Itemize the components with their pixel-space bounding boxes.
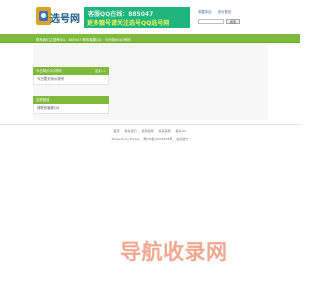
panel-title: 今日特价QQ号码	[36, 69, 62, 73]
panel-body: 请联系客服QQ	[33, 104, 109, 114]
logo-icon	[36, 7, 51, 25]
site-footer: 首页 联系我们 使用说明 联系客服 联系QQ Powered by Emlog …	[0, 124, 300, 150]
panel-body: 今日暂无特价靓号	[33, 75, 109, 85]
panel-title: 友情链接	[36, 98, 50, 102]
list-item[interactable]: 今日暂无特价靓号	[37, 76, 105, 83]
icp-text[interactable]: 豫ICP备12345678号	[143, 137, 172, 141]
footer-link-contact[interactable]: 联系我们	[125, 129, 137, 133]
banner-contact-text: 客服QQ在线：885047	[88, 11, 154, 18]
more-link[interactable]: 更多>>	[95, 67, 106, 75]
specials-panel: 今日特价QQ号码 更多>> 今日暂无特价靓号	[33, 67, 109, 85]
panel-header: 今日特价QQ号码 更多>>	[33, 67, 109, 75]
footer-link-guide[interactable]: 使用说明	[142, 129, 154, 133]
footer-info: Powered by Emlog 豫ICP备12345678号 站点统计	[0, 137, 300, 141]
footer-link-service[interactable]: 联系客服	[159, 129, 171, 133]
header-links: 收藏本站 设为首页	[198, 9, 236, 14]
search-button[interactable]: 搜索	[226, 19, 240, 24]
set-homepage-link[interactable]: 设为首页	[218, 10, 232, 14]
main-nav: 联系我们之靓号QQ：885047 联系客服QQ 今日特价QQ号码	[0, 34, 300, 43]
logo-text: 选号网	[50, 14, 80, 25]
panel-header: 友情链接	[33, 96, 109, 104]
footer-links: 首页 联系我们 使用说明 联系客服 联系QQ	[0, 129, 300, 133]
stat-link[interactable]: 站点统计	[176, 137, 188, 141]
nav-item-contact[interactable]: 联系我们之靓号QQ：885047 联系客服QQ	[36, 37, 101, 42]
ad-banner[interactable]: 客服QQ在线：885047 更多靓号请关注选号QQ选号网	[84, 7, 190, 28]
powered-by-text[interactable]: Powered by Emlog	[112, 137, 140, 141]
friend-links-panel: 友情链接 请联系客服QQ	[33, 96, 109, 114]
watermark-text: 导航收录网	[120, 240, 228, 264]
site-logo[interactable]: 选号网	[36, 7, 80, 27]
footer-link-qq[interactable]: 联系QQ	[176, 129, 187, 133]
nav-item-specials[interactable]: 今日特价QQ号码	[105, 37, 131, 42]
site-header: 选号网 客服QQ在线：885047 更多靓号请关注选号QQ选号网 收藏本站 设为…	[0, 0, 300, 34]
main-content: 今日特价QQ号码 更多>> 今日暂无特价靓号 友情链接 请联系客服QQ	[33, 43, 268, 120]
list-item[interactable]: 请联系客服QQ	[37, 105, 105, 112]
search-input[interactable]	[198, 19, 224, 24]
banner-promo-text: 更多靓号请关注选号QQ选号网	[87, 20, 170, 27]
footer-link-home[interactable]: 首页	[114, 129, 120, 133]
bookmark-link[interactable]: 收藏本站	[198, 10, 212, 14]
